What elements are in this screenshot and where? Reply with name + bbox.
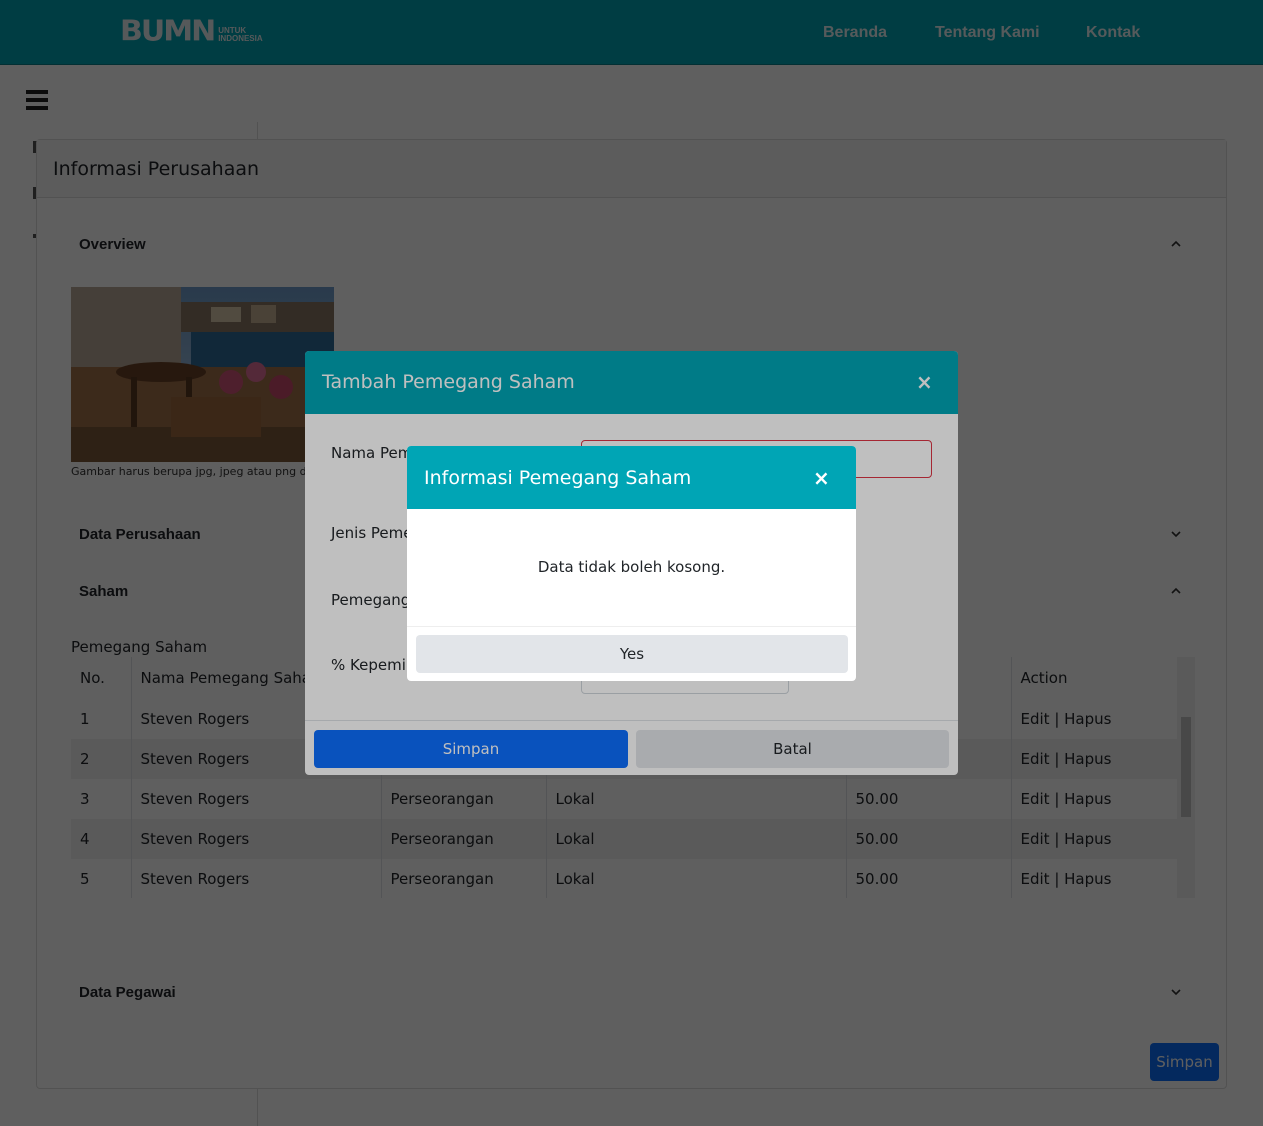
info-modal-title: Informasi Pemegang Saham bbox=[407, 446, 856, 509]
close-icon[interactable]: × bbox=[813, 466, 830, 490]
info-modal-footer: Yes bbox=[407, 626, 856, 681]
yes-button[interactable]: Yes bbox=[416, 635, 848, 673]
info-modal: Informasi Pemegang Saham × Data tidak bo… bbox=[407, 446, 856, 681]
info-message: Data tidak boleh kosong. bbox=[537, 558, 726, 576]
